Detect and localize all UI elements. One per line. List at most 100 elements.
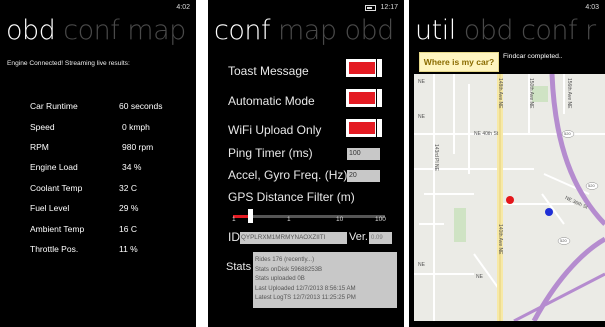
wifi-upload-toggle[interactable] xyxy=(346,119,382,137)
reading-value: 16 C xyxy=(119,223,137,234)
stats-line: Last Uploaded 12/7/2013 8:56:15 AM xyxy=(255,284,356,292)
pivot-tab-obd[interactable]: obd xyxy=(6,15,56,46)
toast-toggle[interactable] xyxy=(346,59,382,77)
wifi-upload-label: WiFi Upload Only xyxy=(228,123,322,137)
route-label: 520 xyxy=(588,183,595,188)
status-bar: 4:03 xyxy=(585,4,599,11)
reading-label: Ambient Temp xyxy=(30,223,85,234)
find-car-button[interactable]: Where is my car? xyxy=(419,52,499,72)
stats-line: Latest LogTS 12/7/2013 11:25:25 PM xyxy=(255,294,356,302)
reading-value: 11 % xyxy=(119,243,138,254)
auto-mode-toggle[interactable] xyxy=(346,89,382,107)
pivot-tab-conf[interactable]: conf xyxy=(63,15,119,46)
clock: 4:02 xyxy=(176,4,190,11)
route-label: 520 xyxy=(560,238,567,243)
gps-slider-thumb[interactable] xyxy=(248,209,253,223)
pivot-header: obd conf map xyxy=(6,14,194,48)
reading-value: 0 kmph xyxy=(122,121,150,132)
reading-row: Coolant Temp 32 C xyxy=(30,178,180,198)
street-label: NE xyxy=(418,262,425,268)
reading-value: 34 % xyxy=(122,162,142,173)
reading-row: Car Runtime 60 seconds xyxy=(30,96,180,116)
toggle-track xyxy=(349,62,375,74)
street-label: 156th Ave NE xyxy=(566,78,572,109)
toggle-track xyxy=(349,92,375,104)
stats-line: Rides 176 (recently...) xyxy=(255,256,315,263)
tick-label: 1 xyxy=(287,216,291,223)
reading-row: Speed 0 kmph xyxy=(30,116,180,136)
id-label: ID xyxy=(228,230,240,244)
reading-value: 60 seconds xyxy=(119,101,163,112)
battery-icon xyxy=(365,4,377,11)
auto-mode-label: Automatic Mode xyxy=(228,94,315,108)
connection-status: Engine Connected! Streaming live results… xyxy=(7,60,130,67)
street-label: NE xyxy=(418,79,425,85)
toggle-knob xyxy=(376,59,382,77)
version-label: Ver. xyxy=(349,231,368,243)
pivot-header: util obd conf r xyxy=(415,14,604,48)
pivot-tab-conf[interactable]: conf xyxy=(214,15,270,46)
tick-label: 1 xyxy=(232,216,236,223)
current-location-marker[interactable] xyxy=(545,208,553,216)
accel-freq-label: Accel, Gyro Freq. (Hz) xyxy=(228,168,348,182)
reading-label: RPM xyxy=(30,141,49,152)
stats-box: Rides 176 (recently...) Stats onDisk 596… xyxy=(253,252,397,308)
gps-filter-label: GPS Distance Filter (m) xyxy=(228,190,355,204)
gps-slider-track[interactable] xyxy=(233,215,385,218)
reading-row: Ambient Temp 16 C xyxy=(30,218,180,238)
car-location-marker[interactable] xyxy=(506,196,514,204)
clock: 4:03 xyxy=(585,4,599,11)
street-label: 143rd Pl NE xyxy=(433,144,439,171)
pivot-tab-obd[interactable]: obd xyxy=(464,15,514,46)
version-field: 0.09 xyxy=(369,232,392,244)
reading-label: Coolant Temp xyxy=(30,182,83,193)
pivot-tab-obd[interactable]: obd xyxy=(344,15,394,46)
reading-label: Speed xyxy=(30,121,55,132)
live-readings-table: Car Runtime 60 seconds Speed 0 kmph RPM 980… xyxy=(30,96,180,259)
accel-freq-input[interactable]: 20 xyxy=(347,170,380,182)
reading-value: 29 % xyxy=(119,203,139,214)
reading-row: RPM 980 rpm xyxy=(30,137,180,157)
clock: 12:17 xyxy=(380,4,398,11)
pivot-tab-map[interactable]: map xyxy=(127,15,186,46)
street-label: NE 40th St xyxy=(474,131,499,137)
park-area xyxy=(454,208,466,242)
toggle-knob xyxy=(376,119,382,137)
street-label: 148th Ave NE xyxy=(497,78,503,109)
reading-label: Car Runtime xyxy=(30,101,78,112)
stats-line: Stats onDisk 59688253B xyxy=(255,265,323,273)
park-area xyxy=(532,86,548,102)
find-car-status: Findcar completed.. xyxy=(503,53,563,60)
status-bar: 12:17 xyxy=(365,4,398,11)
conf-screen: 12:17 conf map obd Toast Message Automatic… xyxy=(208,0,404,327)
reading-value: 980 rpm xyxy=(122,141,154,152)
street-label: NE xyxy=(418,114,425,120)
pivot-tab-util[interactable]: util xyxy=(415,15,456,46)
stats-label: Stats xyxy=(226,261,252,273)
reading-value: 32 C xyxy=(119,182,137,193)
pivot-header: conf map obd xyxy=(214,14,402,48)
device-id-field[interactable]: QYPLRXM1MRMYNAOXZIITI xyxy=(240,232,347,244)
obd-screen: 4:02 obd conf map Engine Connected! Stream… xyxy=(0,0,196,327)
pivot-tab-map[interactable]: map xyxy=(278,15,337,46)
tick-label: 10 xyxy=(336,216,344,223)
reading-row: Fuel Level 29 % xyxy=(30,198,180,218)
map-canvas xyxy=(414,74,605,321)
pivot-tab-map[interactable]: r xyxy=(585,15,596,46)
status-bar: 4:02 xyxy=(176,4,190,11)
street-label: NE xyxy=(476,274,483,280)
street-label: 150th Ave NE xyxy=(528,78,534,109)
ping-timer-input[interactable]: 100 xyxy=(347,148,380,160)
toast-label: Toast Message xyxy=(228,64,309,78)
street-label: 140th Ave NE xyxy=(497,224,503,255)
tick-label: 100 xyxy=(375,216,386,223)
pivot-tab-conf[interactable]: conf xyxy=(521,15,577,46)
map-view[interactable]: 148th Ave NE 150th Ave NE 156th Ave NE 1… xyxy=(414,74,605,321)
reading-row: Throttle Pos. 11 % xyxy=(30,239,180,259)
util-screen: 4:03 util obd conf r Where is my car? Findc… xyxy=(409,0,605,327)
reading-label: Engine Load xyxy=(30,162,78,173)
toggle-track xyxy=(349,122,375,134)
toggle-knob xyxy=(376,89,382,107)
reading-row: Engine Load 34 % xyxy=(30,157,180,177)
reading-label: Throttle Pos. xyxy=(30,243,79,254)
